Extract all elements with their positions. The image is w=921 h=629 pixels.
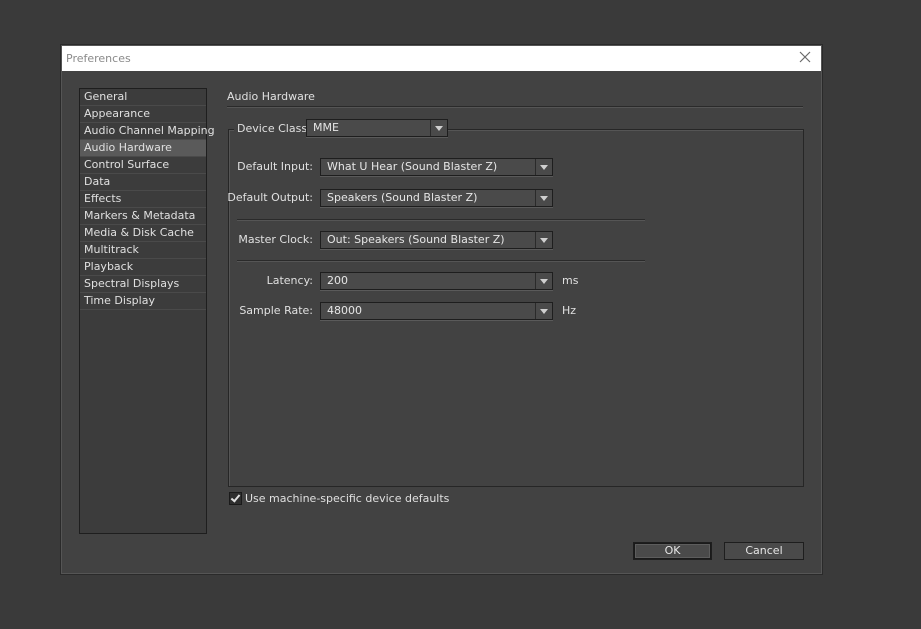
default-output-value: Speakers (Sound Blaster Z) xyxy=(327,191,478,204)
default-output-dropdown[interactable]: Speakers (Sound Blaster Z) xyxy=(320,189,553,207)
chevron-down-icon xyxy=(430,120,447,136)
divider xyxy=(237,260,645,262)
category-item-data[interactable]: Data xyxy=(80,174,206,191)
chevron-down-icon xyxy=(535,303,552,319)
divider xyxy=(237,219,645,221)
preferences-dialog: Preferences General Appearance Audio Chann… xyxy=(60,44,823,575)
master-clock-dropdown[interactable]: Out: Speakers (Sound Blaster Z) xyxy=(320,231,553,249)
section-title: Audio Hardware xyxy=(227,90,315,103)
machine-defaults-label: Use machine-specific device defaults xyxy=(245,492,450,505)
master-clock-label: Master Clock: xyxy=(238,233,313,246)
category-item-audio-hardware[interactable]: Audio Hardware xyxy=(80,140,206,157)
sample-rate-dropdown[interactable]: 48000 xyxy=(320,302,553,320)
default-input-dropdown[interactable]: What U Hear (Sound Blaster Z) xyxy=(320,158,553,176)
window-title: Preferences xyxy=(66,52,131,65)
title-bar: Preferences xyxy=(62,46,821,71)
default-output-label: Default Output: xyxy=(227,191,313,204)
sample-rate-unit: Hz xyxy=(562,304,577,317)
device-class-value: MME xyxy=(313,121,339,134)
latency-dropdown[interactable]: 200 xyxy=(320,272,553,290)
sample-rate-value: 48000 xyxy=(327,304,362,317)
close-icon[interactable] xyxy=(797,49,813,65)
default-input-value: What U Hear (Sound Blaster Z) xyxy=(327,160,498,173)
sample-rate-label: Sample Rate: xyxy=(239,304,313,317)
category-item-playback[interactable]: Playback xyxy=(80,259,206,276)
category-item-control-surface[interactable]: Control Surface xyxy=(80,157,206,174)
latency-label: Latency: xyxy=(266,274,313,287)
default-input-label: Default Input: xyxy=(237,160,313,173)
ok-button[interactable]: OK xyxy=(633,542,712,560)
chevron-down-icon xyxy=(535,273,552,289)
category-item-general[interactable]: General xyxy=(80,89,206,106)
category-list: General Appearance Audio Channel Mapping Au… xyxy=(79,88,215,534)
category-item-markers-metadata[interactable]: Markers & Metadata xyxy=(80,208,206,225)
machine-defaults-checkbox[interactable] xyxy=(229,492,242,505)
category-item-media-disk-cache[interactable]: Media & Disk Cache xyxy=(80,225,206,242)
cancel-button[interactable]: Cancel xyxy=(724,542,804,560)
latency-unit: ms xyxy=(562,274,579,287)
chevron-down-icon xyxy=(535,159,552,175)
master-clock-value: Out: Speakers (Sound Blaster Z) xyxy=(327,233,505,246)
device-class-dropdown[interactable]: MME xyxy=(306,119,448,137)
chevron-down-icon xyxy=(535,190,552,206)
category-item-effects[interactable]: Effects xyxy=(80,191,206,208)
category-item-audio-channel-mapping[interactable]: Audio Channel Mapping xyxy=(80,123,215,140)
latency-value: 200 xyxy=(327,274,348,287)
device-class-label: Device Class: xyxy=(234,122,314,135)
chevron-down-icon xyxy=(535,232,552,248)
category-item-time-display[interactable]: Time Display xyxy=(80,293,206,310)
category-item-appearance[interactable]: Appearance xyxy=(80,106,206,123)
category-item-multitrack[interactable]: Multitrack xyxy=(80,242,206,259)
section-divider xyxy=(227,106,803,108)
category-item-spectral-displays[interactable]: Spectral Displays xyxy=(80,276,206,293)
